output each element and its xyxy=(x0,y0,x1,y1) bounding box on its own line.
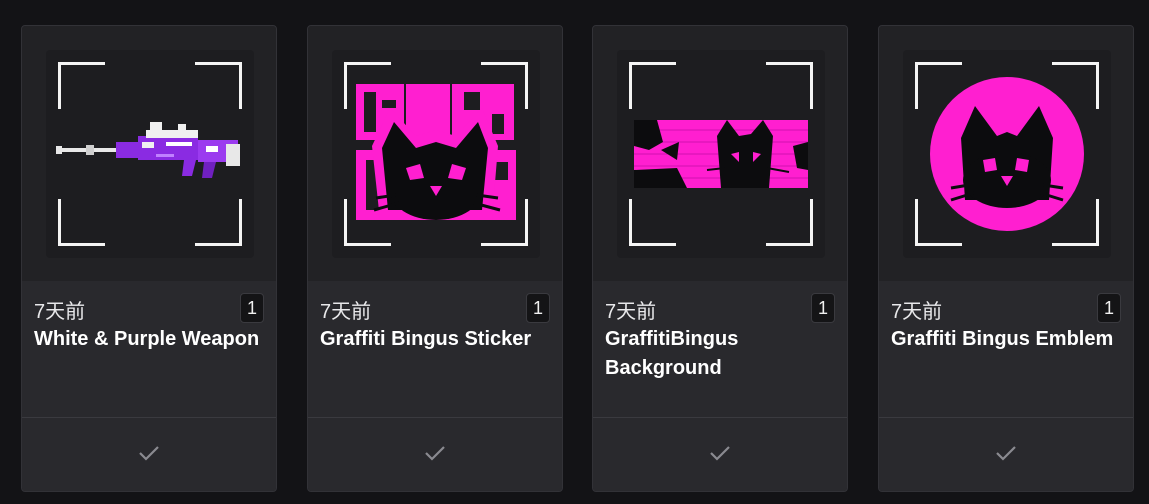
frame-corner xyxy=(915,199,962,246)
reward-card[interactable]: 7天前 1 GraffitiBingus Background xyxy=(592,25,848,492)
frame-corner xyxy=(766,62,813,109)
frame-corner xyxy=(344,199,391,246)
timestamp: 7天前 xyxy=(605,301,657,323)
item-thumbnail xyxy=(46,50,254,258)
checkmark-icon[interactable] xyxy=(995,444,1017,462)
card-info: 7天前 1 Graffiti Bingus Emblem xyxy=(879,281,1133,418)
frame-corner xyxy=(195,199,242,246)
frame-corner xyxy=(195,62,242,109)
card-footer[interactable] xyxy=(22,417,276,491)
item-name: GraffitiBingus Background xyxy=(605,328,739,379)
timestamp: 7天前 xyxy=(891,301,943,323)
quantity-badge: 1 xyxy=(526,293,550,323)
item-thumbnail xyxy=(903,50,1111,258)
frame-corner xyxy=(58,62,105,109)
frame-corner xyxy=(481,62,528,109)
frame-corner xyxy=(1052,199,1099,246)
item-thumbnail xyxy=(332,50,540,258)
thumbnail-area xyxy=(593,26,847,281)
checkmark-icon[interactable] xyxy=(138,444,160,462)
card-footer[interactable] xyxy=(308,417,562,491)
timestamp: 7天前 xyxy=(34,301,86,323)
quantity-badge: 1 xyxy=(1097,293,1121,323)
checkmark-icon[interactable] xyxy=(709,444,731,462)
frame-corner xyxy=(629,199,676,246)
frame-corner xyxy=(1052,62,1099,109)
thumbnail-area xyxy=(22,26,276,281)
card-info: 7天前 1 GraffitiBingus Background xyxy=(593,281,847,418)
reward-card[interactable]: 7天前 1 Graffiti Bingus Emblem xyxy=(878,25,1134,492)
card-footer[interactable] xyxy=(593,417,847,491)
reward-card[interactable]: 7天前 1 White & Purple Weapon xyxy=(21,25,277,492)
frame-corner xyxy=(58,199,105,246)
frame-corner xyxy=(766,199,813,246)
checkmark-icon[interactable] xyxy=(424,444,446,462)
item-name: Graffiti Bingus Sticker xyxy=(320,328,532,350)
frame-corner xyxy=(344,62,391,109)
frame-corner xyxy=(915,62,962,109)
card-info: 7天前 1 Graffiti Bingus Sticker xyxy=(308,281,562,418)
quantity-badge: 1 xyxy=(811,293,835,323)
card-footer[interactable] xyxy=(879,417,1133,491)
frame-corner xyxy=(481,199,528,246)
item-name: Graffiti Bingus Emblem xyxy=(891,328,1114,350)
card-info: 7天前 1 White & Purple Weapon xyxy=(22,281,276,418)
thumbnail-area xyxy=(879,26,1133,281)
reward-card[interactable]: 7天前 1 Graffiti Bingus Sticker xyxy=(307,25,563,492)
thumbnail-area xyxy=(308,26,562,281)
item-thumbnail xyxy=(617,50,825,258)
item-name: White & Purple Weapon xyxy=(34,328,260,350)
quantity-badge: 1 xyxy=(240,293,264,323)
frame-corner xyxy=(629,62,676,109)
timestamp: 7天前 xyxy=(320,301,372,323)
